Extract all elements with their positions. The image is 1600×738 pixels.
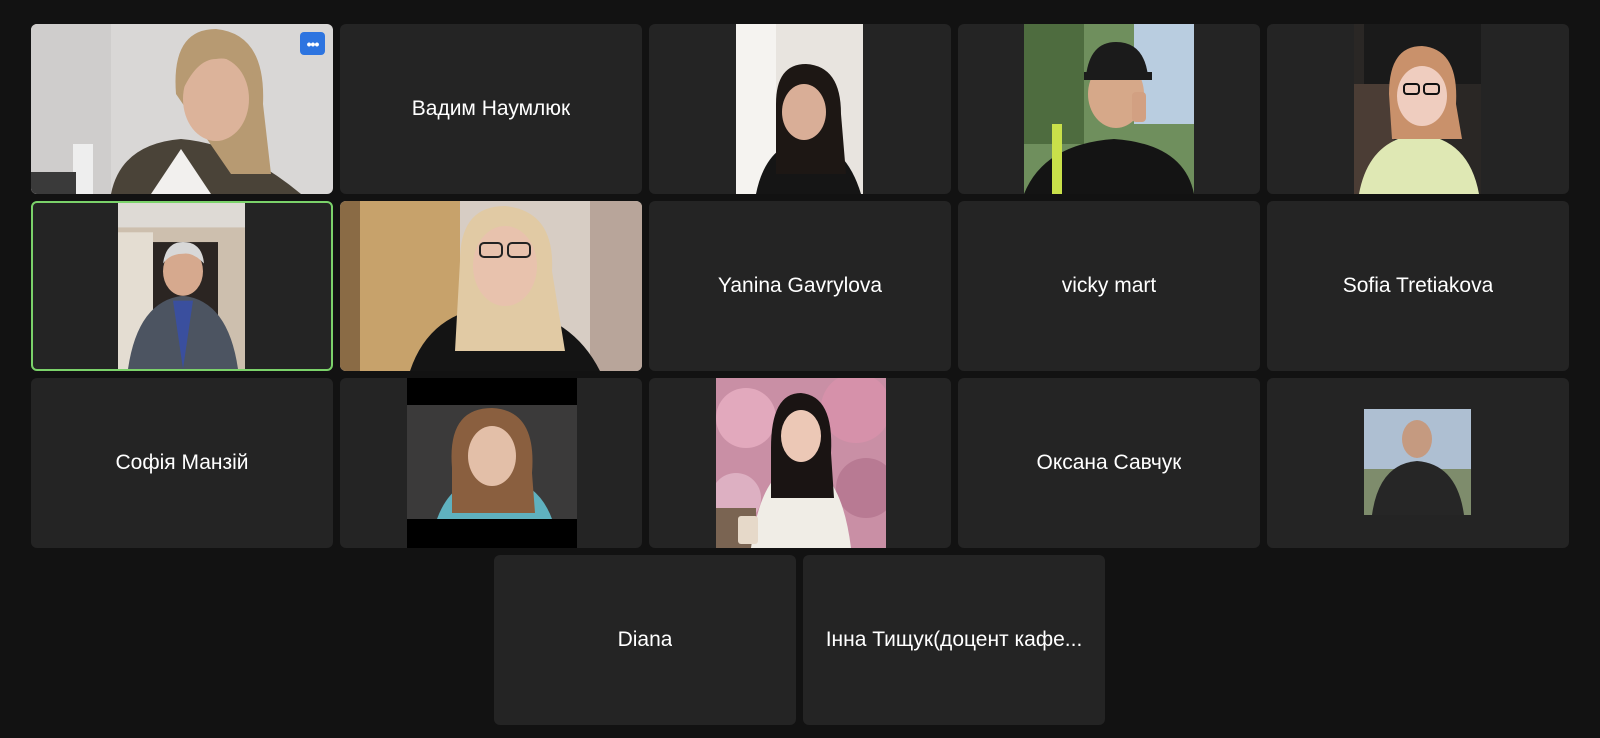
participant-tile-p8[interactable]: Yanina Gavrylova	[649, 201, 951, 371]
participant-name: Sofia Tretiakova	[1342, 274, 1494, 297]
participant-tile-p16[interactable]: Diana	[494, 555, 796, 725]
participant-video	[407, 378, 577, 548]
participant-video	[118, 203, 245, 369]
participant-name: Оксана Савчук	[1036, 451, 1182, 474]
more-options-button[interactable]: •••	[300, 32, 325, 55]
participant-video	[716, 378, 886, 548]
participant-name: Вадим Наумлюк	[411, 97, 571, 120]
participant-tile-p5[interactable]	[1267, 24, 1569, 194]
participant-video	[340, 201, 642, 371]
participant-tile-p4[interactable]	[958, 24, 1260, 194]
participant-tile-p7[interactable]	[340, 201, 642, 371]
participant-tile-p10[interactable]: Sofia Tretiakova	[1267, 201, 1569, 371]
participant-tile-p12[interactable]	[340, 378, 642, 548]
participant-tile-p1[interactable]: •••	[31, 24, 333, 194]
participant-name: Yanina Gavrylova	[717, 274, 883, 297]
participant-tile-p11[interactable]: Софія Манзій	[31, 378, 333, 548]
participant-name: Інна Тищук(доцент кафе...	[825, 628, 1083, 651]
participant-video	[1354, 24, 1481, 194]
participant-video	[31, 24, 333, 194]
participant-video	[1024, 24, 1194, 194]
participant-tile-p14[interactable]: Оксана Савчук	[958, 378, 1260, 548]
participant-tile-p2[interactable]: Вадим Наумлюк	[340, 24, 642, 194]
participant-tile-p9[interactable]: vicky mart	[958, 201, 1260, 371]
participant-name: vicky mart	[1061, 274, 1157, 297]
participant-tile-p17[interactable]: Інна Тищук(доцент кафе...	[803, 555, 1105, 725]
participant-name: Diana	[617, 628, 673, 651]
participant-name: Софія Манзій	[115, 451, 249, 474]
participant-tile-p3[interactable]	[649, 24, 951, 194]
participant-tile-p13[interactable]	[649, 378, 951, 548]
participant-tile-p6[interactable]	[31, 201, 333, 371]
participant-tile-p15[interactable]	[1267, 378, 1569, 548]
participant-video	[1364, 409, 1471, 515]
meeting-gallery: ••• Вадим Наумлюк Yanina Gavrylova vicky…	[0, 0, 1600, 738]
participant-video	[736, 24, 863, 194]
